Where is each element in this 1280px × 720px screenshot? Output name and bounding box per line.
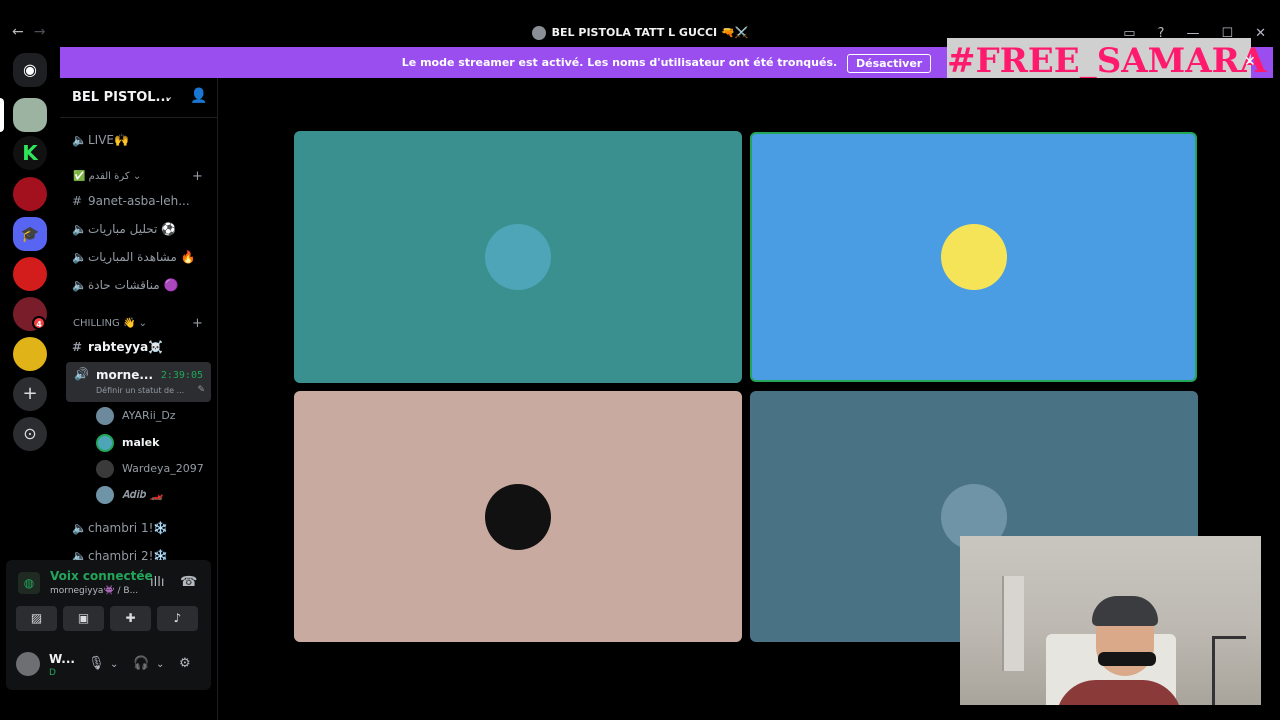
banner-text: Le mode streamer est activé. Les noms d'… [401, 56, 838, 69]
speaker-icon: 🔈 [72, 521, 87, 535]
shirt [1056, 680, 1182, 705]
speaker-icon: 🔈 [72, 278, 87, 292]
channel-live[interactable]: 🔈LIVE🙌 [72, 133, 129, 147]
participant-tile[interactable] [294, 391, 742, 642]
voice-user[interactable]: 𝑨𝒅𝒊𝒃 🏎️ [96, 486, 164, 504]
speaker-icon: 🔈 [72, 133, 87, 147]
voice-user[interactable]: AYARii_Dz [96, 407, 176, 425]
avatar [96, 460, 114, 478]
channel-voice[interactable]: 🔈مناقشات حادة 🟣 [72, 278, 178, 292]
kick-icon[interactable]: K [13, 136, 47, 170]
voice-connected-label[interactable]: Voix connectée [50, 569, 153, 583]
person [1056, 596, 1182, 705]
camera-off-button[interactable]: ▨ [16, 606, 57, 631]
microphone-icon[interactable]: 🎙 [88, 656, 105, 671]
channel-label: مشاهدة المباريات 🔥 [88, 250, 196, 264]
voice-user-name: Wardeya_2097 [122, 462, 204, 475]
invite-icon[interactable]: 👤 [190, 88, 207, 104]
discover-icon[interactable]: ⊙ [13, 417, 47, 451]
channel-label: مناقشات حادة 🟣 [88, 278, 179, 292]
server-icon [531, 26, 546, 40]
sunglasses [1098, 652, 1156, 666]
voice-user-name: 𝑨𝒅𝒊𝒃 🏎️ [122, 488, 164, 501]
disconnect-icon[interactable]: ☎ [180, 574, 197, 590]
chevron-down-icon[interactable]: ⌄ [110, 659, 118, 670]
add-channel-icon[interactable]: + [192, 169, 203, 184]
signal-icon[interactable]: ◍ [18, 572, 40, 594]
voice-user-name: malek [122, 436, 160, 449]
avatar [96, 434, 114, 452]
channel-label: LIVE🙌 [88, 133, 129, 147]
participant-tile[interactable] [294, 131, 742, 383]
graduation-cap-icon[interactable]: 🎓 [13, 217, 47, 251]
speaker-icon: 🔊 [74, 367, 89, 381]
avatar [485, 483, 551, 550]
channel-label: 9anet-asba-leh... [88, 194, 190, 208]
channel-voice[interactable]: 🔈chambri 1!❄️ [72, 521, 168, 535]
activities-button[interactable]: ✚ [110, 606, 151, 631]
voice-user-name: AYARii_Dz [122, 409, 176, 422]
speaker-icon: 🔈 [72, 222, 87, 236]
call-timer: 2:39:05 [160, 370, 203, 381]
server-icon[interactable] [13, 98, 47, 132]
channel-text[interactable]: # rabteyya☠️ [72, 340, 163, 354]
user-name[interactable]: W... [49, 652, 75, 666]
server-header[interactable]: BEL PISTOL... ⌄ 👤 [60, 78, 217, 118]
voice-user[interactable]: Wardeya_2097 [96, 460, 204, 478]
discord-home-icon[interactable]: ◉ [13, 53, 47, 87]
channel-label: chambri 1!❄️ [88, 521, 169, 535]
hashtag-icon: # [72, 340, 83, 354]
add-channel-icon[interactable]: + [192, 316, 203, 331]
channel-voice[interactable]: 🔈تحليل مباريات ⚽ [72, 222, 176, 236]
chevron-down-icon: ⌄ [164, 90, 174, 103]
avatar [940, 224, 1007, 290]
set-status-text[interactable]: Définir un statut de ... [96, 386, 184, 395]
channel-text[interactable]: #9anet-asba-leh... [72, 194, 190, 208]
mention-badge: 4 [32, 316, 46, 330]
cap [1092, 596, 1158, 626]
category-football[interactable]: ✅ كرة القدم ⌄ [73, 171, 141, 182]
webcam-overlay [960, 536, 1261, 705]
active-voice-channel[interactable]: 🔊 morne... 2:39:05 Définir un statut de … [66, 362, 211, 402]
category-chilling[interactable]: CHILLING 👋 ⌄ [73, 318, 147, 329]
avatar [96, 407, 114, 425]
overlay-text: #FREE_SAMARA [947, 41, 1267, 81]
channel-label: morne... [96, 368, 154, 382]
user-panel: W... D 🎙 ⌄ 🎧 ⌄ ⚙ [6, 644, 211, 690]
voice-channel-path[interactable]: mornegiyya👾 / B... [50, 586, 138, 596]
channel-label: rabteyya☠️ [88, 340, 164, 354]
pencil-icon[interactable]: ✎ [197, 385, 205, 395]
disable-button[interactable]: Désactiver [847, 53, 932, 73]
avatar [485, 224, 551, 290]
server-name: BEL PISTOL... [72, 90, 171, 105]
close-icon[interactable]: ✕ [1244, 54, 1256, 70]
avatar[interactable] [16, 652, 40, 676]
chevron-down-icon[interactable]: ⌄ [156, 659, 164, 670]
server-icon[interactable] [13, 337, 47, 371]
settings-gear-icon[interactable]: ⚙ [179, 656, 191, 671]
add-server-icon[interactable]: + [13, 377, 47, 411]
tunisia-flag-icon[interactable] [13, 257, 47, 291]
stand [1212, 636, 1246, 705]
channel-voice[interactable]: 🔈مشاهدة المباريات 🔥 [72, 250, 196, 264]
speaker-icon: 🔈 [72, 250, 87, 264]
door [1002, 576, 1024, 671]
window-title-text: BEL PISTOLA TATT L GUCCI 🔫⚔️ [551, 26, 749, 39]
avatar [96, 486, 114, 504]
share-screen-button[interactable]: ▣ [63, 606, 104, 631]
channel-label: تحليل مباريات ⚽ [88, 222, 177, 236]
participant-tile-speaking[interactable] [750, 132, 1197, 382]
hashtag-icon: # [72, 194, 83, 208]
noise-suppression-icon[interactable]: ıllı [150, 575, 164, 590]
soundboard-button[interactable]: ♪ [157, 606, 198, 631]
selected-pill [0, 98, 4, 132]
close-button[interactable]: ✕ [1255, 26, 1266, 41]
user-status: D [49, 668, 56, 678]
server-icon[interactable] [13, 177, 47, 211]
voice-user[interactable]: malek [96, 434, 159, 452]
headphones-icon[interactable]: 🎧 [133, 656, 149, 671]
